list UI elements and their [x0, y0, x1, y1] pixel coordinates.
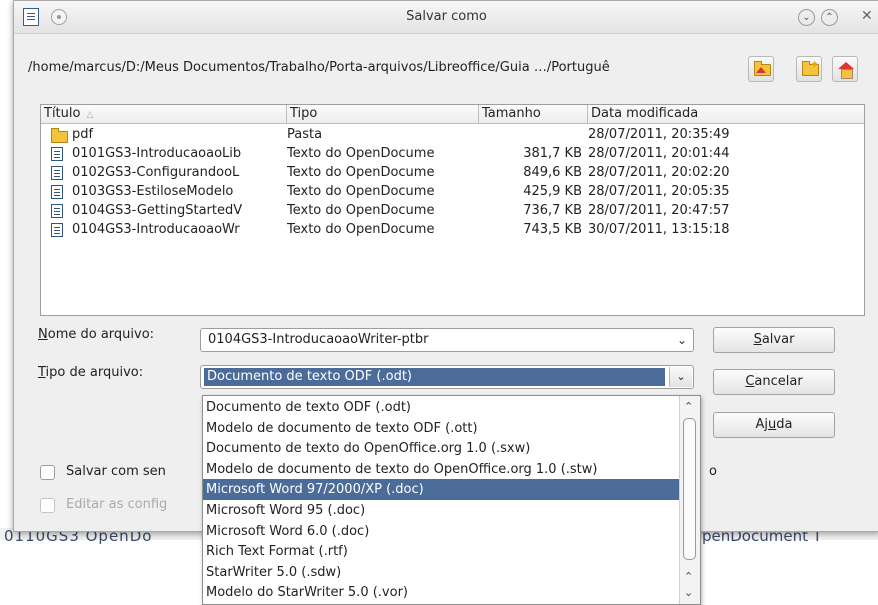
- edit-filter-settings-checkbox[interactable]: [40, 498, 55, 513]
- file-row[interactable]: 0103GS3-EstiloseModelo Texto do OpenDocum…: [41, 182, 864, 201]
- close-icon[interactable]: ✕: [861, 8, 873, 24]
- file-name: 0103GS3-EstiloseModelo: [72, 184, 234, 199]
- save-with-password-label: Salvar com sen: [66, 464, 166, 479]
- file-size: 381,7 KB: [523, 146, 582, 161]
- dropdown-scrollbar[interactable]: ⌃ ⌃ ⌄: [679, 396, 700, 604]
- file-size: 736,7 KB: [523, 203, 582, 218]
- file-name: pdf: [72, 127, 94, 142]
- file-type: Texto do OpenDocume: [287, 203, 435, 218]
- column-header-size[interactable]: Tamanho: [479, 105, 588, 124]
- column-title-label: Título: [44, 106, 81, 121]
- file-date: 28/07/2011, 20:02:20: [588, 165, 730, 180]
- dropdown-option[interactable]: StarWriter 5.0 (.sdw): [203, 562, 681, 583]
- help-label-a: Aj: [755, 417, 769, 432]
- file-date: 28/07/2011, 20:01:44: [588, 146, 730, 161]
- filetype-select[interactable]: Documento de texto ODF (.odt) ⌄: [200, 365, 694, 389]
- column-header-date[interactable]: Data modificada: [588, 105, 864, 124]
- file-row[interactable]: 0102GS3-ConfigurandooL Texto do OpenDocum…: [41, 163, 864, 182]
- filename-value: 0104GS3-IntroducaoaoWriter-ptbr: [208, 332, 429, 347]
- scroll-down-icon[interactable]: ⌄: [684, 586, 693, 599]
- file-row[interactable]: 0104GS3-IntroducaoaoWr Texto do OpenDocum…: [41, 220, 864, 239]
- document-icon: [51, 204, 63, 218]
- star-icon: ✦: [810, 58, 820, 71]
- cancel-button[interactable]: Cancelar: [713, 369, 835, 395]
- scroll-up-icon[interactable]: ⌃: [684, 570, 693, 583]
- home-button[interactable]: [832, 56, 858, 82]
- parent-folder-button[interactable]: [748, 56, 774, 82]
- window-title: Salvar como: [406, 9, 487, 24]
- folder-icon: [51, 128, 68, 143]
- home-body-icon: [841, 69, 853, 79]
- save-with-password-label-tail: o: [709, 464, 717, 479]
- cancel-label-rest: ancelar: [754, 374, 803, 389]
- arrow-up-icon: [756, 67, 766, 73]
- file-list[interactable]: Título △ Tipo Tamanho Data modificada pdf…: [40, 104, 865, 316]
- minimize-icon[interactable]: ⌄: [798, 9, 815, 26]
- home-icon: [838, 62, 854, 69]
- file-date: 28/07/2011, 20:05:35: [588, 184, 730, 199]
- file-size: 743,5 KB: [523, 222, 582, 237]
- chevron-down-icon[interactable]: ⌄: [677, 329, 687, 351]
- column-header-title[interactable]: Título △: [41, 105, 287, 124]
- scroll-up-icon[interactable]: ⌃: [684, 400, 693, 413]
- title-bar[interactable]: Salvar como ⌄ ⌃ ✕: [14, 1, 878, 34]
- help-button[interactable]: Ajuda: [713, 412, 835, 438]
- document-icon: [51, 185, 63, 199]
- dropdown-option[interactable]: Documento de texto ODF (.odt): [203, 397, 681, 418]
- file-type: Pasta: [287, 127, 323, 142]
- dropdown-option[interactable]: Documento de texto do OpenOffice.org 1.0…: [203, 438, 681, 459]
- file-row[interactable]: 0104GS3-GettingStartedV Texto do OpenDocu…: [41, 201, 864, 220]
- filename-label: Nome do arquivo:: [38, 327, 155, 342]
- filetype-dropdown-list[interactable]: Documento de texto ODF (.odt) Modelo de d…: [202, 395, 701, 605]
- file-type: Texto do OpenDocume: [287, 165, 435, 180]
- file-date: 30/07/2011, 13:15:18: [588, 222, 730, 237]
- chevron-down-icon[interactable]: ⌄: [669, 367, 692, 387]
- file-date: 28/07/2011, 20:35:49: [588, 127, 730, 142]
- current-path: /home/marcus/D:/Meus Documentos/Trabalho…: [28, 60, 610, 75]
- sort-ascending-icon: △: [86, 110, 94, 120]
- dropdown-option[interactable]: Microsoft Word 97/2000/XP (.doc): [203, 479, 681, 501]
- help-label-rest: da: [776, 417, 793, 432]
- dropdown-option[interactable]: Modelo do StarWriter 5.0 (.vor): [203, 582, 681, 603]
- dropdown-option[interactable]: Modelo de documento de texto do OpenOffi…: [203, 459, 681, 480]
- dropdown-option[interactable]: Microsoft Word 6.0 (.doc): [203, 521, 681, 542]
- save-button[interactable]: Salvar: [713, 327, 835, 353]
- dropdown-option[interactable]: Rich Text Format (.rtf): [203, 541, 681, 562]
- document-icon: [51, 166, 63, 180]
- file-size: 425,9 KB: [523, 184, 582, 199]
- file-name: 0101GS3-IntroducaoaoLib: [72, 146, 242, 161]
- filename-combobox[interactable]: 0104GS3-IntroducaoaoWriter-ptbr ⌄: [200, 328, 694, 352]
- file-row[interactable]: 0101GS3-IntroducaoaoLib Texto do OpenDocu…: [41, 144, 864, 163]
- filetype-value: Documento de texto ODF (.odt): [204, 368, 665, 386]
- file-type: Texto do OpenDocume: [287, 184, 435, 199]
- dropdown-option[interactable]: Modelo de documento de texto ODF (.ott): [203, 418, 681, 439]
- save-with-password-checkbox[interactable]: [40, 465, 55, 480]
- new-folder-button[interactable]: ✦: [796, 56, 822, 82]
- document-icon: [51, 223, 63, 237]
- save-label-rest: alvar: [761, 332, 795, 347]
- save-label-first: S: [753, 332, 762, 347]
- filetype-label-text: ipo de arquivo:: [45, 365, 144, 380]
- file-name: 0104GS3-GettingStartedV: [72, 203, 243, 218]
- maximize-icon[interactable]: ⌃: [821, 9, 838, 26]
- edit-filter-settings-label: Editar as config: [66, 497, 168, 512]
- file-type: Texto do OpenDocume: [287, 222, 435, 237]
- file-name: 0102GS3-ConfigurandooL: [72, 165, 240, 180]
- file-row[interactable]: pdf Pasta 28/07/2011, 20:35:49: [41, 125, 864, 144]
- dropdown-option[interactable]: Microsoft Word 95 (.doc): [203, 500, 681, 521]
- file-name: 0104GS3-IntroducaoaoWr: [72, 222, 240, 237]
- file-date: 28/07/2011, 20:47:57: [588, 203, 730, 218]
- file-type: Texto do OpenDocume: [287, 146, 435, 161]
- file-size: 849,6 KB: [523, 165, 582, 180]
- document-icon: [51, 147, 63, 161]
- filetype-label: Tipo de arquivo:: [38, 365, 144, 380]
- scroll-thumb[interactable]: [683, 418, 696, 560]
- column-header-type[interactable]: Tipo: [287, 105, 479, 124]
- filename-label-text: ome do arquivo:: [47, 327, 155, 342]
